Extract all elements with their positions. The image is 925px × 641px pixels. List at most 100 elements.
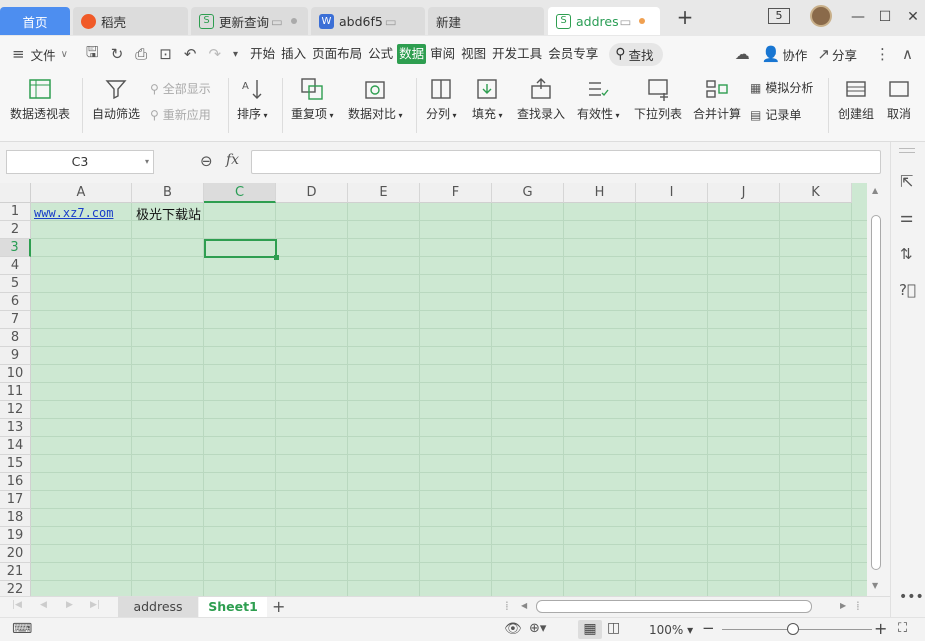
cloud-icon[interactable]: ☁ [735, 45, 750, 63]
record-form-button[interactable]: ▤ 记录单 [750, 106, 801, 123]
scroll-up-icon[interactable]: ▲ [872, 186, 878, 195]
maximize-icon[interactable]: ☐ [875, 8, 895, 26]
split-handle-icon[interactable]: ⁞ [505, 599, 509, 613]
tab-start[interactable]: 开始 [248, 44, 277, 64]
tab-new[interactable]: 新建 [428, 7, 544, 35]
zoom-formula-icon[interactable]: ⊖ [200, 152, 213, 170]
tab-update-query[interactable]: S 更新查询 ▭ [191, 7, 308, 35]
create-group-button[interactable]: 创建组 [838, 76, 874, 122]
vertical-scrollbar[interactable]: ▲ ▼ [867, 183, 885, 596]
tab-view[interactable]: 视图 [459, 44, 488, 64]
row-header-13[interactable]: 13 [0, 419, 31, 437]
zoom-in-icon[interactable]: + [874, 619, 887, 638]
sheet-nav-prev-icon[interactable]: ◀ [40, 600, 47, 610]
tab-formula[interactable]: 公式 [366, 44, 395, 64]
scroll-thumb[interactable] [871, 215, 881, 570]
tab-data[interactable]: 数据 [397, 44, 427, 64]
minimize-icon[interactable]: — [848, 8, 868, 26]
column-header-k[interactable]: K [780, 183, 852, 203]
row-header-6[interactable]: 6 [0, 293, 31, 311]
row-header-14[interactable]: 14 [0, 437, 31, 455]
fullscreen-icon[interactable]: ⛶ [898, 621, 907, 636]
cell-b1[interactable]: 极光下载站 [136, 204, 201, 223]
tab-member[interactable]: 会员专享 [546, 44, 600, 64]
column-header-b[interactable]: B [132, 183, 204, 203]
row-header-15[interactable]: 15 [0, 455, 31, 473]
add-sheet-icon[interactable]: + [272, 597, 285, 616]
avatar[interactable] [810, 5, 832, 27]
column-header-g[interactable]: G [492, 183, 564, 203]
active-cell-cursor[interactable] [204, 239, 277, 258]
select-all-corner[interactable] [0, 183, 31, 203]
lookup-entry-button[interactable]: 查找录入 [517, 76, 565, 122]
row-header-10[interactable]: 10 [0, 365, 31, 383]
row-header-4[interactable]: 4 [0, 257, 31, 275]
row-header-1[interactable]: 1 [0, 203, 31, 221]
new-tab-plus-icon[interactable]: + [675, 7, 695, 27]
column-header-f[interactable]: F [420, 183, 492, 203]
zoom-out-icon[interactable]: − [702, 619, 715, 637]
row-header-3[interactable]: 3 [0, 239, 31, 257]
row-header-12[interactable]: 12 [0, 401, 31, 419]
unsaved-dot-icon[interactable] [639, 18, 646, 24]
fx-icon[interactable]: fx [226, 152, 239, 168]
show-all-button[interactable]: ⚲ 全部显示 [150, 80, 211, 97]
tab-page-layout[interactable]: 页面布局 [310, 44, 364, 64]
scroll-right-icon[interactable]: ▶ [840, 601, 846, 610]
file-menu[interactable]: 文件 [31, 45, 56, 64]
customize-icon[interactable]: ▾ [233, 49, 238, 60]
tab-close-icon[interactable] [290, 18, 297, 24]
export-icon[interactable]: ↻ [111, 45, 124, 63]
column-header-i[interactable]: I [636, 183, 708, 203]
select-pointer-icon[interactable]: ⇱ [900, 172, 913, 191]
column-header-e[interactable]: E [348, 183, 420, 203]
collapse-ribbon-icon[interactable]: ∧ [902, 45, 913, 63]
layout-mode-icon[interactable]: ⊕▾ [529, 621, 546, 636]
row-header-19[interactable]: 19 [0, 527, 31, 545]
sheet-nav-next-icon[interactable]: ▶ [66, 600, 73, 610]
sliders-icon[interactable]: ⚌ [900, 208, 913, 226]
row-header-5[interactable]: 5 [0, 275, 31, 293]
column-header-j[interactable]: J [708, 183, 780, 203]
transform-icon[interactable]: ⇅ [900, 245, 913, 263]
undo-icon[interactable]: ↶ [184, 45, 197, 63]
chevron-down-icon[interactable]: ∨ [61, 49, 68, 60]
spreadsheet-grid[interactable]: ABCDEFGHIJK 1 2 3 4 5 6 7 8 9 10 11 12 13 14 15 16 17 18 1… [0, 183, 867, 596]
sheet-nav-first-icon[interactable]: |◀ [12, 600, 22, 610]
scroll-down-icon[interactable]: ▼ [872, 581, 878, 590]
validity-button[interactable]: 有效性 ▾ [577, 76, 620, 122]
ungroup-button[interactable]: 取消 [886, 76, 912, 122]
name-box[interactable]: C3 ▾ [6, 150, 154, 174]
eye-protection-icon[interactable]: 👁 [504, 621, 522, 637]
search-box[interactable]: ⚲ 查找 [609, 42, 664, 66]
collab-button[interactable]: 协作 [782, 45, 807, 64]
close-window-icon[interactable]: ✕ [903, 8, 923, 26]
row-header-17[interactable]: 17 [0, 491, 31, 509]
more-icon[interactable]: ⋮ [875, 45, 890, 63]
fill-handle[interactable] [274, 255, 279, 260]
normal-view-icon[interactable]: ▦ [578, 620, 602, 639]
tab-developer[interactable]: 开发工具 [490, 44, 544, 64]
sheet-tab-sheet1[interactable]: Sheet1 [199, 597, 267, 617]
data-compare-button[interactable]: 数据对比 ▾ [348, 76, 403, 122]
split-column-button[interactable]: 分列 ▾ [426, 76, 457, 122]
consolidate-button[interactable]: 合并计算 [693, 76, 741, 122]
row-header-9[interactable]: 9 [0, 347, 31, 365]
row-header-18[interactable]: 18 [0, 509, 31, 527]
print-preview-icon[interactable]: ⊡ [159, 45, 172, 63]
row-header-2[interactable]: 2 [0, 221, 31, 239]
row-header-8[interactable]: 8 [0, 329, 31, 347]
zoom-slider-handle[interactable] [787, 623, 799, 635]
scroll-left-icon[interactable]: ◀ [521, 601, 527, 610]
column-header-h[interactable]: H [564, 183, 636, 203]
more-dots-icon[interactable]: ••• [899, 589, 924, 605]
window-count-badge[interactable]: 5 [768, 8, 790, 24]
save-icon[interactable]: 🖫 [86, 42, 99, 67]
tab-abd6f5[interactable]: W abd6f5 ▭ [311, 7, 425, 35]
macro-record-icon[interactable]: ⌨ [12, 621, 32, 637]
zoom-level[interactable]: 100% ▾ [649, 623, 693, 637]
sort-button[interactable]: A 排序 ▾ [237, 76, 268, 122]
tab-docer[interactable]: 稻壳 [73, 7, 188, 35]
hamburger-icon[interactable]: ≡ [12, 45, 25, 63]
split-handle-icon[interactable]: ⁞ [856, 599, 860, 613]
